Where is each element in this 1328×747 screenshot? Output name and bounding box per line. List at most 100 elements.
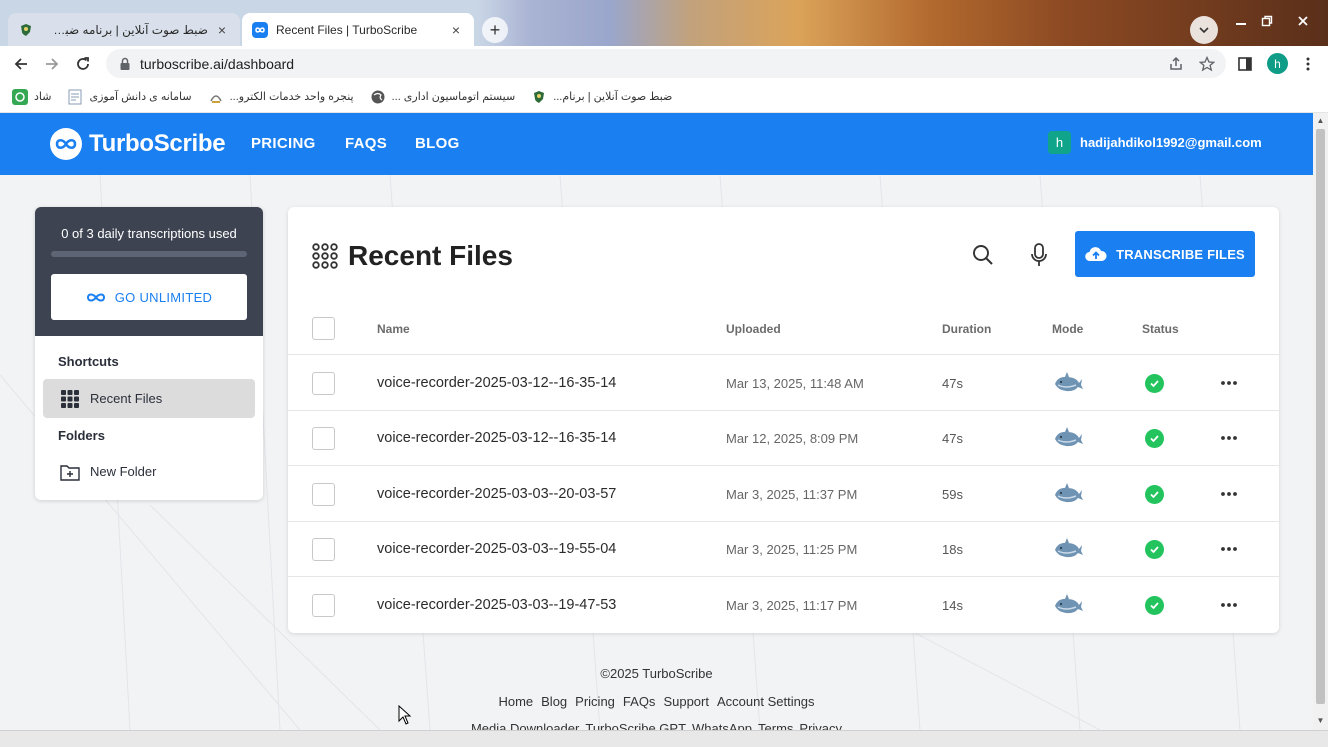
browser-profile-avatar[interactable]: h	[1267, 53, 1288, 74]
table-row[interactable]: voice-recorder-2025-03-12--16-35-14 Mar 1…	[288, 411, 1279, 467]
column-duration[interactable]: Duration	[942, 322, 991, 336]
side-panel-button[interactable]	[1234, 53, 1256, 75]
row-checkbox[interactable]	[312, 538, 335, 562]
cloud-upload-icon	[1085, 246, 1107, 262]
row-checkbox[interactable]	[312, 482, 335, 506]
microphone-icon	[1031, 243, 1047, 266]
forward-button[interactable]	[41, 53, 63, 75]
site-header: TurboScribe PRICING FAQS BLOG h hadijahd…	[0, 113, 1313, 175]
bookmark-single-window[interactable]: پنجره واحد خدمات الکترو...	[208, 89, 354, 105]
footer-link[interactable]: FAQs	[623, 694, 656, 709]
address-bar[interactable]: turboscribe.ai/dashboard	[106, 49, 1226, 78]
tab-search-button[interactable]	[1190, 16, 1218, 44]
folders-heading: Folders	[58, 428, 105, 443]
brand-logo[interactable]: TurboScribe	[50, 128, 226, 160]
scroll-down-icon[interactable]: ▼	[1316, 716, 1325, 726]
transcribe-files-label: TRANSCRIBE FILES	[1116, 246, 1245, 262]
tab-title: ضبط صوت آنلاین | برنامه ضبط صدا رایگ	[42, 22, 208, 37]
table-row[interactable]: voice-recorder-2025-03-03--19-55-04 Mar 3…	[288, 522, 1279, 578]
footer-link[interactable]: Home	[498, 694, 533, 709]
nav-blog[interactable]: BLOG	[415, 135, 460, 152]
file-name-link[interactable]: voice-recorder-2025-03-03--20-03-57	[377, 486, 616, 502]
column-mode[interactable]: Mode	[1052, 322, 1083, 336]
more-options-button[interactable]	[1218, 596, 1240, 614]
bookmark-voice-recorder[interactable]: ضبط صوت آنلاین | برنام...	[531, 89, 672, 105]
page-scrollbar[interactable]: ▲ ▼	[1313, 113, 1328, 730]
column-name[interactable]: Name	[377, 322, 410, 336]
restore-button[interactable]	[1254, 12, 1280, 30]
duration-value: 47s	[942, 376, 963, 391]
browser-titlebar: ضبط صوت آنلاین | برنامه ضبط صدا رایگ × R…	[0, 0, 1328, 46]
sidebar-item-recent-files[interactable]: Recent Files	[43, 379, 255, 418]
account-menu[interactable]: h hadijahdikol1992@gmail.com	[1048, 131, 1262, 154]
arrow-right-icon	[46, 58, 59, 70]
close-window-button[interactable]	[1290, 12, 1316, 30]
browser-tab-recent-files[interactable]: Recent Files | TurboScribe ×	[242, 13, 474, 46]
bookmark-student-system[interactable]: سامانه ی دانش آموزی	[67, 89, 192, 105]
bookmark-star-button[interactable]	[1196, 53, 1218, 75]
transcribe-files-button[interactable]: TRANSCRIBE FILES	[1075, 231, 1255, 277]
share-button[interactable]	[1165, 53, 1187, 75]
table-row[interactable]: voice-recorder-2025-03-03--19-47-53 Mar 3…	[288, 578, 1279, 633]
table-row[interactable]: voice-recorder-2025-03-03--20-03-57 Mar 3…	[288, 467, 1279, 522]
status-complete-icon	[1145, 540, 1164, 560]
sidebar-item-label: New Folder	[90, 464, 157, 479]
scroll-up-icon[interactable]: ▲	[1316, 116, 1325, 126]
more-options-button[interactable]	[1218, 540, 1240, 558]
nav-faqs[interactable]: FAQS	[345, 135, 387, 152]
whale-mode-icon	[1052, 536, 1084, 562]
account-email: hadijahdikol1992@gmail.com	[1080, 135, 1262, 150]
file-name-link[interactable]: voice-recorder-2025-03-12--16-35-14	[377, 430, 616, 446]
bookmark-shad[interactable]: شاد	[12, 88, 52, 105]
column-uploaded[interactable]: Uploaded	[726, 322, 781, 336]
footer-link[interactable]: Account Settings	[717, 694, 815, 709]
kebab-menu-icon	[1306, 57, 1310, 71]
scrollbar-thumb[interactable]	[1316, 129, 1325, 704]
tab-close-icon[interactable]: ×	[448, 22, 464, 38]
minimize-button[interactable]	[1228, 12, 1254, 30]
taskbar	[0, 730, 1328, 747]
new-tab-button[interactable]: +	[482, 17, 508, 43]
infinity-icon	[86, 292, 106, 303]
shad-app-icon	[12, 88, 28, 105]
row-checkbox[interactable]	[312, 372, 335, 395]
more-options-button[interactable]	[1218, 374, 1240, 392]
bookmark-office-automation[interactable]: سیستم اتوماسیون اداری ...	[370, 89, 515, 105]
duration-value: 14s	[942, 597, 963, 613]
footer-link[interactable]: Pricing	[575, 694, 615, 709]
row-checkbox[interactable]	[312, 593, 335, 617]
go-unlimited-button[interactable]: GO UNLIMITED	[51, 274, 247, 320]
page-title-text: Recent Files	[348, 240, 513, 271]
footer-link[interactable]: Support	[663, 694, 709, 709]
tab-close-icon[interactable]: ×	[214, 22, 230, 38]
sidebar-item-new-folder[interactable]: New Folder	[43, 452, 255, 491]
record-button[interactable]	[1027, 243, 1051, 267]
table-row[interactable]: voice-recorder-2025-03-12--16-35-14 Mar 1…	[288, 356, 1279, 411]
column-status[interactable]: Status	[1142, 322, 1179, 336]
footer-link[interactable]: Blog	[541, 694, 567, 709]
back-button[interactable]	[10, 53, 32, 75]
status-complete-icon	[1145, 429, 1164, 449]
bookmark-label: سامانه ی دانش آموزی	[89, 91, 192, 103]
chevron-down-icon	[1199, 27, 1209, 34]
duration-value: 18s	[942, 542, 963, 558]
file-name-link[interactable]: voice-recorder-2025-03-03--19-47-53	[377, 597, 616, 613]
whale-mode-icon	[1052, 481, 1084, 507]
status-complete-icon	[1145, 595, 1164, 615]
more-options-button[interactable]	[1218, 429, 1240, 447]
search-button[interactable]	[971, 243, 995, 267]
duration-value: 59s	[942, 486, 963, 502]
browser-menu-button[interactable]	[1297, 53, 1319, 75]
more-options-button[interactable]	[1218, 485, 1240, 503]
whale-mode-icon	[1052, 592, 1084, 618]
browser-tab-voice-recorder[interactable]: ضبط صوت آنلاین | برنامه ضبط صدا رایگ ×	[8, 13, 240, 46]
reload-button[interactable]	[72, 53, 94, 75]
row-checkbox[interactable]	[312, 427, 335, 451]
bookmark-label: شاد	[34, 91, 52, 103]
turboscribe-favicon-icon	[252, 21, 268, 38]
select-all-checkbox[interactable]	[312, 317, 335, 340]
nav-pricing[interactable]: PRICING	[251, 135, 316, 152]
tab-title: Recent Files | TurboScribe	[276, 22, 418, 37]
file-name-link[interactable]: voice-recorder-2025-03-03--19-55-04	[377, 541, 616, 557]
file-name-link[interactable]: voice-recorder-2025-03-12--16-35-14	[377, 375, 616, 391]
